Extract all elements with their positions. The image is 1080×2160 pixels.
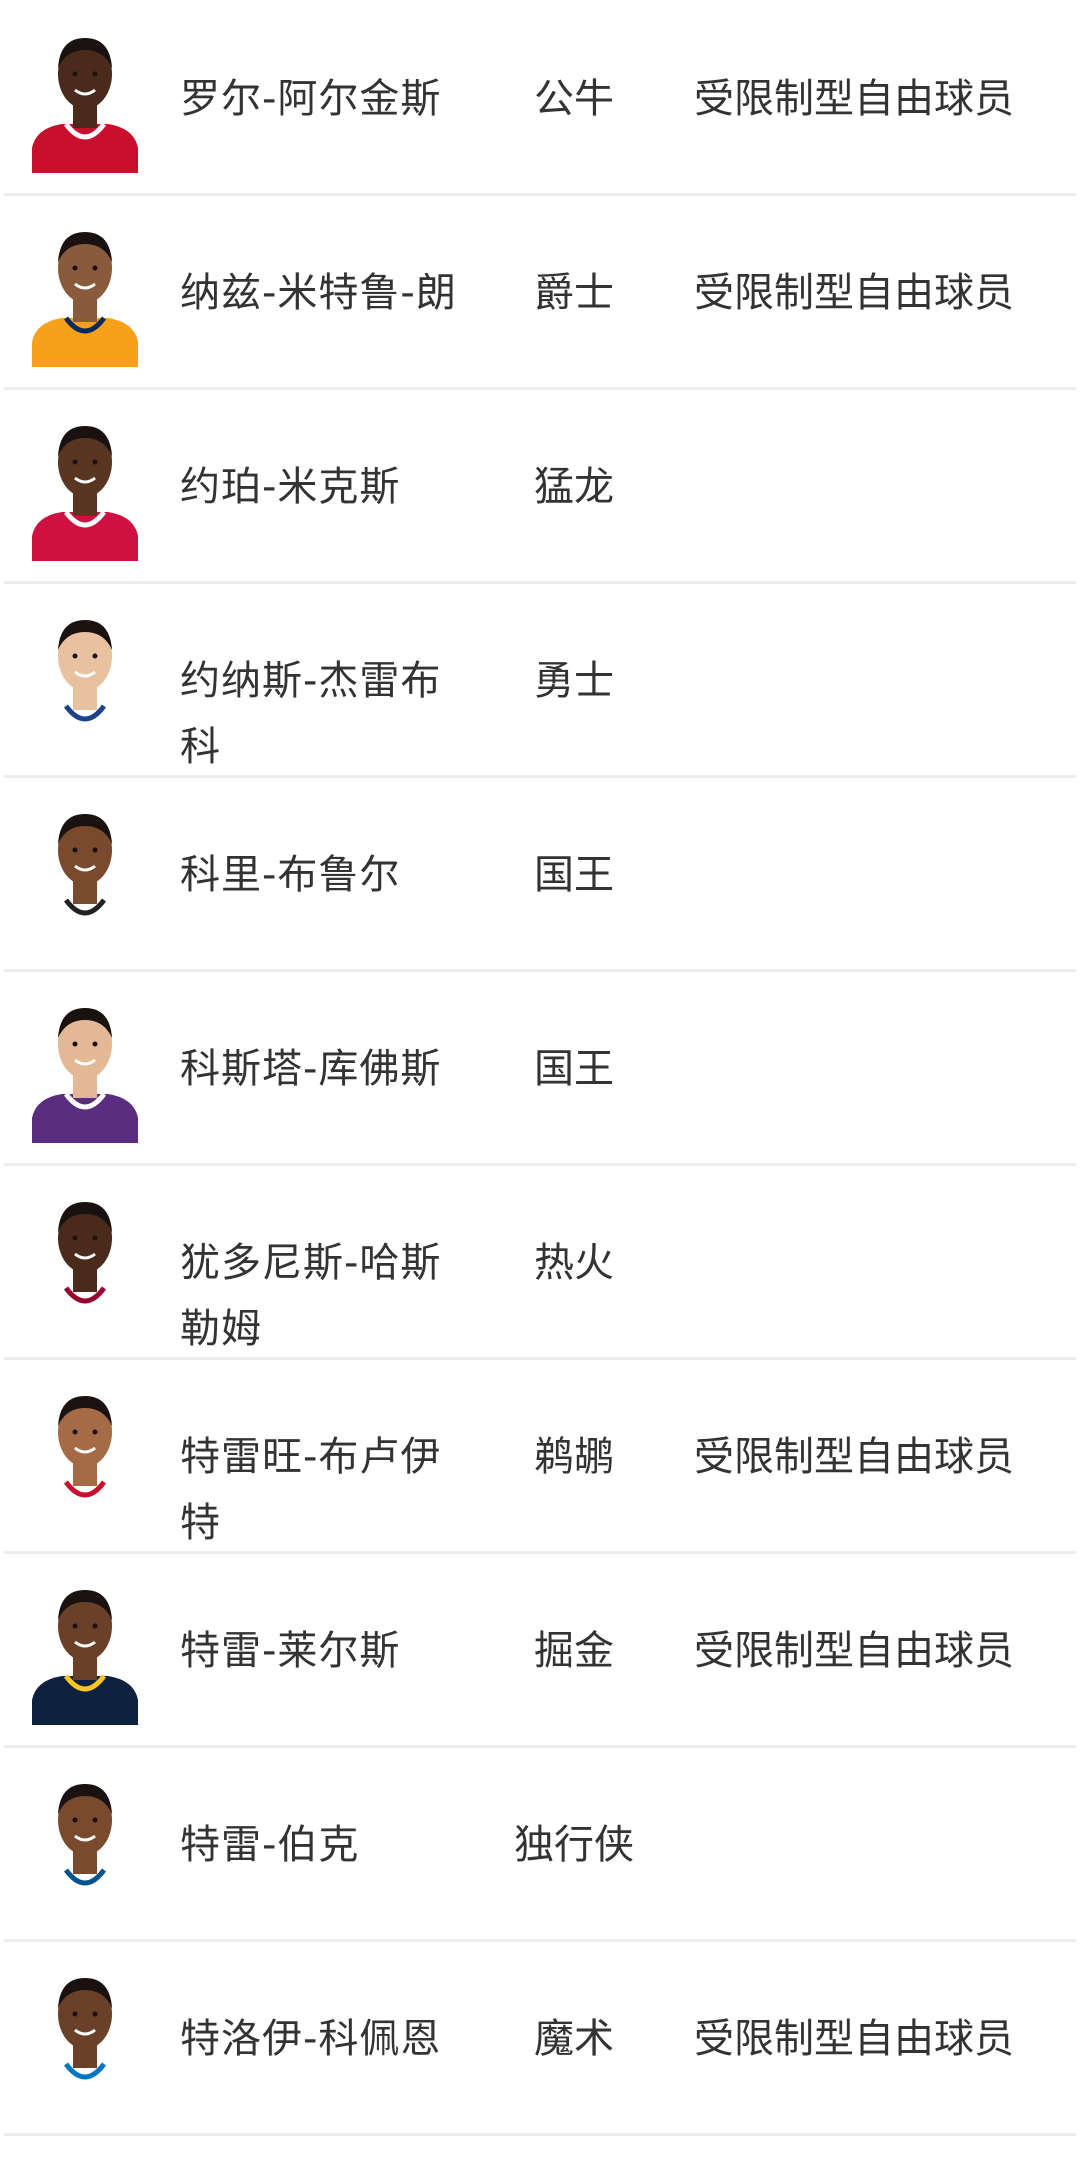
player-avatar	[32, 804, 138, 949]
player-avatar	[32, 610, 138, 755]
list-item[interactable]: 特雷旺-布卢伊特 鹈鹕 受限制型自由球员	[4, 1364, 1076, 1554]
player-status	[694, 976, 1064, 1036]
player-headshot-icon	[32, 1968, 138, 2113]
jersey-shape	[32, 1288, 138, 1337]
jersey-shape	[32, 318, 138, 367]
player-status	[694, 782, 1064, 842]
player-list: 罗尔-阿尔金斯 公牛 受限制型自由球员 纳兹-米特鲁-朗 爵士 受限制型自由球员…	[0, 0, 1080, 2160]
player-team: 魔术	[534, 2016, 614, 2062]
list-item[interactable]: 约珀-米克斯 猛龙	[4, 394, 1076, 584]
player-status: 受限制型自由球员	[694, 270, 1014, 316]
player-status	[694, 588, 1064, 648]
player-name: 约纳斯-杰雷布科	[180, 658, 442, 770]
player-team: 猛龙	[534, 464, 614, 510]
jersey-shape	[32, 900, 138, 949]
jersey-shape	[32, 512, 138, 561]
player-status: 受限制型自由球员	[694, 1628, 1014, 1674]
player-team: 鹈鹕	[534, 1434, 614, 1480]
list-item[interactable]: 特洛伊-科佩恩 魔术 受限制型自由球员	[4, 1946, 1076, 2136]
player-headshot-icon	[32, 222, 138, 367]
player-avatar	[32, 1386, 138, 1531]
player-headshot-icon	[32, 1580, 138, 1725]
player-name: 特雷旺-布卢伊特	[180, 1434, 442, 1546]
player-headshot-icon	[32, 1774, 138, 1919]
jersey-shape	[32, 1094, 138, 1143]
player-avatar	[32, 1580, 138, 1725]
player-headshot-icon	[32, 998, 138, 1143]
player-name: 科斯塔-库佛斯	[180, 1046, 442, 1092]
list-item[interactable]: 纳兹-米特鲁-朗 爵士 受限制型自由球员	[4, 200, 1076, 390]
player-avatar	[32, 416, 138, 561]
player-team: 国王	[534, 852, 614, 898]
player-team: 国王	[534, 1046, 614, 1092]
player-headshot-icon	[32, 28, 138, 173]
jersey-shape	[32, 124, 138, 173]
player-status	[694, 394, 1064, 454]
player-avatar	[32, 1192, 138, 1337]
jersey-shape	[32, 1676, 138, 1725]
list-item[interactable]: 罗尔-阿尔金斯 公牛 受限制型自由球员	[4, 6, 1076, 196]
player-name: 约珀-米克斯	[180, 464, 401, 510]
player-team: 掘金	[534, 1628, 614, 1674]
player-name: 罗尔-阿尔金斯	[180, 76, 442, 122]
list-item[interactable]: 特雷-莱尔斯 掘金 受限制型自由球员	[4, 1558, 1076, 1748]
player-avatar	[32, 998, 138, 1143]
jersey-shape	[32, 706, 138, 755]
player-team: 勇士	[534, 658, 614, 704]
player-team: 公牛	[534, 76, 614, 122]
list-item[interactable]: 犹多尼斯-哈斯勒姆 热火	[4, 1170, 1076, 1360]
player-team: 独行侠	[514, 1822, 634, 1868]
player-headshot-icon	[32, 610, 138, 755]
player-avatar	[32, 222, 138, 367]
player-status	[694, 1170, 1064, 1230]
list-item[interactable]: 科斯塔-库佛斯 国王	[4, 976, 1076, 1166]
list-item[interactable]: 约纳斯-杰雷布科 勇士	[4, 588, 1076, 778]
player-status: 受限制型自由球员	[694, 76, 1014, 122]
list-bottom-edge	[4, 2140, 1076, 2160]
jersey-shape	[32, 2064, 138, 2113]
jersey-shape	[32, 1482, 138, 1531]
player-headshot-icon	[32, 1386, 138, 1531]
player-headshot-icon	[32, 804, 138, 949]
player-name: 犹多尼斯-哈斯勒姆	[180, 1240, 442, 1352]
player-name: 特雷-莱尔斯	[180, 1628, 401, 1674]
player-headshot-icon	[32, 1192, 138, 1337]
jersey-shape	[32, 1870, 138, 1919]
player-name: 纳兹-米特鲁-朗	[180, 270, 457, 316]
player-headshot-icon	[32, 416, 138, 561]
player-team: 热火	[534, 1240, 614, 1286]
player-status: 受限制型自由球员	[694, 1434, 1014, 1480]
player-status	[694, 1752, 1064, 1812]
player-team: 爵士	[534, 270, 614, 316]
player-avatar	[32, 28, 138, 173]
player-name: 特雷-伯克	[180, 1822, 360, 1868]
player-name: 特洛伊-科佩恩	[180, 2016, 442, 2062]
player-avatar	[32, 1968, 138, 2113]
player-name: 科里-布鲁尔	[180, 852, 401, 898]
player-avatar	[32, 1774, 138, 1919]
list-item[interactable]: 科里-布鲁尔 国王	[4, 782, 1076, 972]
player-status: 受限制型自由球员	[694, 2016, 1014, 2062]
list-item[interactable]: 特雷-伯克 独行侠	[4, 1752, 1076, 1942]
